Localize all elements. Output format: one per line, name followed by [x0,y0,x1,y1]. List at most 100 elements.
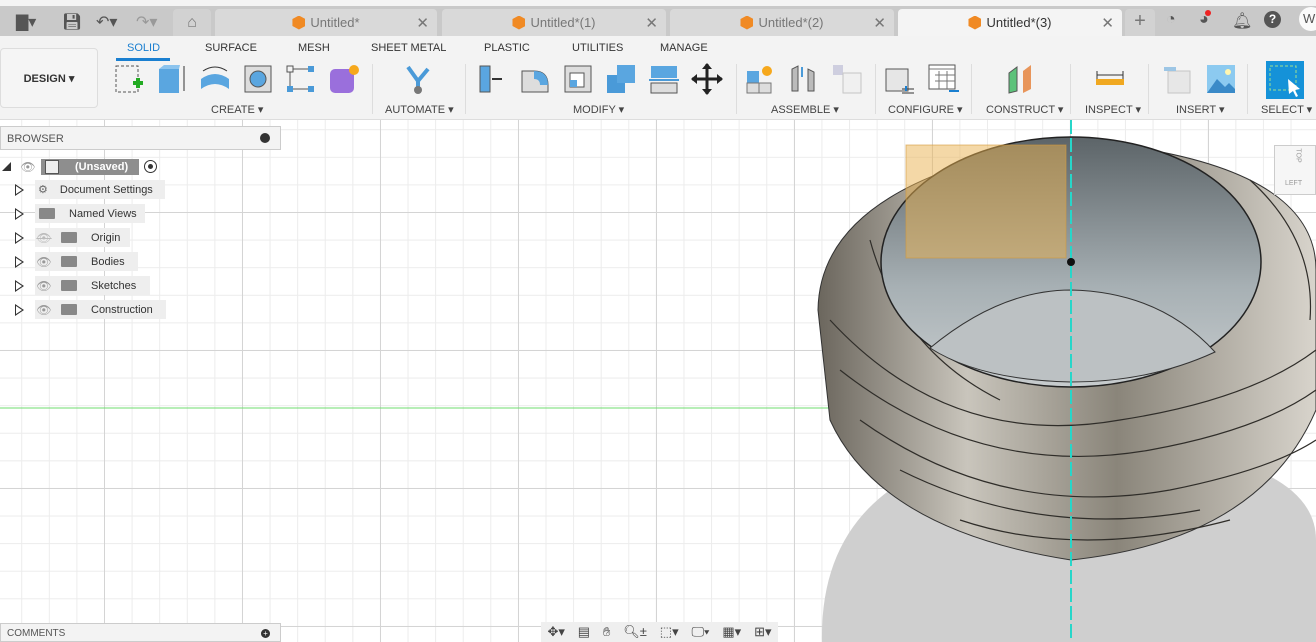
tab-untitled-3[interactable]: Untitled*(3) ✕ [898,9,1122,36]
save-icon[interactable]: 💾︎ [62,12,82,32]
close-icon[interactable]: ✕ [645,14,658,32]
joint-icon[interactable] [788,63,820,95]
folder-icon [61,256,77,267]
move-icon[interactable] [691,63,723,95]
browser-item-sketches[interactable]: 👁︎ Sketches [35,276,150,295]
file-icon[interactable]: ▇▾ [16,12,36,32]
browser-item-named-views[interactable]: Named Views [35,204,145,223]
model-view[interactable] [0,120,1316,642]
tab-solid[interactable]: SOLID [127,42,160,54]
configure-table-icon[interactable] [927,63,959,95]
eye-icon[interactable]: 👁︎ [35,279,53,293]
group-automate[interactable]: AUTOMATE ▾ [385,103,454,116]
expand-icon[interactable] [15,184,24,196]
group-construct[interactable]: CONSTRUCT ▾ [986,103,1063,116]
collapse-browser-icon[interactable] [260,133,270,143]
close-icon[interactable]: ✕ [416,14,429,32]
tab-untitled-2[interactable]: Untitled*(2) ✕ [670,9,894,36]
look-at-icon[interactable]: ▤ [578,624,590,640]
zoom-icon[interactable]: 🔍︎± [623,624,647,640]
tab-surface[interactable]: SURFACE [205,42,257,54]
eye-icon[interactable]: 👁︎ [35,303,53,317]
select-icon[interactable] [1266,61,1304,99]
redo-icon[interactable]: ↷▾ [136,12,157,32]
insert-canvas-icon[interactable] [1205,63,1237,95]
revolve-icon[interactable] [199,63,231,95]
view-cube-top[interactable]: TOP [1295,148,1302,162]
tab-sheet-metal[interactable]: SHEET METAL [371,42,446,54]
change-parameters-icon[interactable] [884,63,916,95]
tab-plastic[interactable]: PLASTIC [484,42,530,54]
combine-icon[interactable] [605,63,637,95]
group-select[interactable]: SELECT ▾ [1261,103,1312,116]
grid-settings-icon[interactable]: ▦▾ [722,624,741,640]
group-modify[interactable]: MODIFY ▾ [573,103,624,116]
expand-icon[interactable] [15,304,24,316]
view-cube[interactable]: TOP LEFT [1274,145,1316,195]
press-pull-icon[interactable] [476,63,508,95]
divider [971,64,972,114]
expand-icon[interactable] [15,232,24,244]
split-face-icon[interactable] [648,63,680,95]
expand-icon[interactable] [15,208,24,220]
create-sketch-icon[interactable] [113,63,145,95]
display-settings-icon[interactable]: 🖵▾ [691,624,709,640]
tab-untitled[interactable]: Untitled* ✕ [215,9,437,36]
browser-item-bodies[interactable]: 👁︎ Bodies [35,252,138,271]
tab-manage[interactable]: MANAGE [660,42,708,54]
viewports-icon[interactable]: ⊞▾ [754,624,771,640]
orbit-icon[interactable]: ✥▾ [547,624,564,640]
form-icon[interactable] [328,63,360,95]
hole-icon[interactable] [242,63,274,95]
eye-icon[interactable]: 👁︎ [19,160,37,174]
tab-untitled-1[interactable]: Untitled*(1) ✕ [442,9,666,36]
user-avatar[interactable]: W [1299,7,1316,31]
bill-of-materials-icon[interactable] [831,63,863,95]
measure-icon[interactable] [1094,63,1126,95]
group-assemble[interactable]: ASSEMBLE ▾ [771,103,839,116]
fillet-icon[interactable] [519,63,551,95]
undo-icon[interactable]: ↶▾ [96,12,117,32]
expand-icon[interactable] [15,256,24,268]
browser-item-document-settings[interactable]: ⚙ Document Settings [35,180,165,199]
extrude-icon[interactable] [156,63,188,95]
fit-icon[interactable]: ⬚▾ [660,624,679,640]
collapse-icon[interactable] [2,162,11,171]
add-comment-icon[interactable]: + [261,629,270,638]
help-icon[interactable]: ? [1264,11,1281,28]
close-icon[interactable]: ✕ [1101,14,1114,32]
automate-icon[interactable] [402,63,434,95]
group-create[interactable]: CREATE ▾ [211,103,263,116]
root-component[interactable]: (Unsaved) [41,158,139,175]
view-cube-left[interactable]: LEFT [1285,180,1302,187]
expand-icon[interactable] [15,280,24,292]
activate-radio-icon[interactable] [144,160,157,173]
tab-mesh[interactable]: MESH [298,42,330,54]
eye-icon[interactable]: 👁︎ [35,255,53,269]
group-insert[interactable]: INSERT ▾ [1176,103,1225,116]
origin-point [1067,258,1075,266]
construct-plane-icon[interactable] [1004,63,1036,95]
canvas-viewport[interactable]: TOP LEFT [0,120,1316,642]
tab-label: Untitled*(2) [758,15,824,30]
job-status-icon[interactable]: ◕ [1199,10,1211,29]
pan-icon[interactable]: ✋︎ [603,624,610,640]
home-icon[interactable]: ⌂ [173,9,211,36]
notifications-icon[interactable]: 🔔︎ [1232,11,1252,31]
shell-icon[interactable] [562,63,594,95]
browser-root[interactable]: 👁︎ (Unsaved) [0,157,165,176]
sync-icon[interactable]: ◔ [1166,11,1176,29]
pattern-icon[interactable] [285,63,317,95]
workspace-switcher[interactable]: DESIGN ▾ [0,48,98,108]
group-configure[interactable]: CONFIGURE ▾ [888,103,963,116]
new-component-icon[interactable] [745,63,777,95]
eye-hidden-icon[interactable]: 👁︎ [35,231,53,245]
group-inspect[interactable]: INSPECT ▾ [1085,103,1141,116]
tab-utilities[interactable]: UTILITIES [572,42,623,54]
new-tab-icon[interactable]: + [1125,9,1155,36]
insert-derive-icon[interactable] [1162,63,1194,95]
divider [736,64,737,114]
browser-item-origin[interactable]: 👁︎ Origin [35,228,130,247]
close-icon[interactable]: ✕ [873,14,886,32]
browser-item-construction[interactable]: 👁︎ Construction [35,300,166,319]
